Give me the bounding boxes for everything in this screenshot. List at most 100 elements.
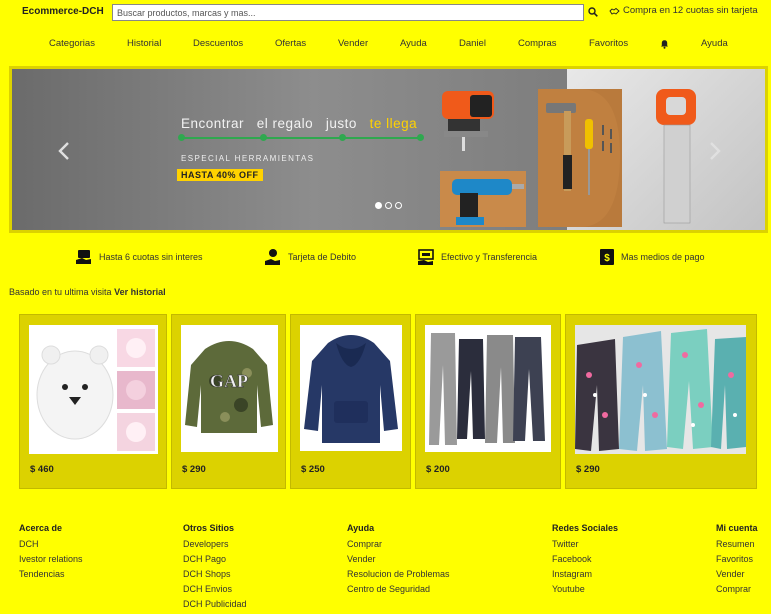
hero-discount-badge: HASTA 40% OFF (177, 169, 263, 181)
nav-categorias[interactable]: Categorias (49, 38, 95, 49)
hero-highlight: te llega (369, 116, 418, 131)
hero-subtitle: ESPECIAL HERRAMIENTAS (181, 154, 315, 163)
footer-link[interactable]: Favoritos (716, 554, 758, 564)
footer-column-otros-sitios: Otros Sitios Developers DCH Pago DCH Sho… (183, 523, 247, 614)
cash-icon (418, 249, 434, 265)
feature-efectivo[interactable]: Efectivo y Transferencia (417, 248, 537, 266)
footer-column-acerca: Acerca de DCH Ivestor relations Tendenci… (19, 523, 83, 584)
carousel-dot[interactable] (375, 202, 382, 209)
footer-heading: Ayuda (347, 523, 375, 533)
nav-user-daniel[interactable]: Daniel (459, 38, 486, 49)
hero-carousel: Encontrar el regalo justo te llega ESPEC… (9, 66, 768, 233)
product-card[interactable]: GAP $ 290 (171, 314, 286, 489)
footer-link[interactable]: Tendencias (19, 569, 83, 579)
view-history-link[interactable]: Ver historial (114, 287, 166, 297)
recommendation-heading: Basado en tu ultima visita Ver historial (9, 287, 166, 297)
carousel-prev-button[interactable] (57, 141, 71, 165)
footer-link[interactable]: Facebook (552, 554, 618, 564)
header: Ecommerce-DCH Compra en 12 cuotas sin ta… (0, 0, 771, 26)
footer-link[interactable]: Resumen (716, 539, 758, 549)
recommendation-prefix: Basado en tu ultima visita (9, 287, 112, 297)
footer-link[interactable]: Resolucion de Problemas (347, 569, 450, 579)
svg-text:$: $ (604, 253, 610, 264)
product-image-printed-pajama-pants (575, 325, 746, 454)
nav-compras[interactable]: Compras (518, 38, 557, 49)
search-input[interactable] (112, 4, 584, 21)
product-card[interactable]: $ 290 (565, 314, 757, 489)
footer-heading: Otros Sitios (183, 523, 235, 533)
footer-link[interactable]: DCH (19, 539, 83, 549)
footer-link[interactable]: Developers (183, 539, 247, 549)
hero-line-dot (178, 134, 185, 141)
footer-column-redes-sociales: Redes Sociales Twitter Facebook Instagra… (552, 523, 618, 599)
bell-icon (661, 40, 668, 49)
tools-illustration (440, 89, 696, 227)
promo-text: Compra en 12 cuotas sin tarjeta (623, 5, 758, 16)
footer-link[interactable]: Ivestor relations (19, 554, 83, 564)
hero-word-1: Encontrar (181, 116, 245, 131)
main-nav: Categorias Historial Descuentos Ofertas … (0, 38, 771, 56)
hero-line-dot (417, 134, 424, 141)
footer-link[interactable]: Youtube (552, 584, 618, 594)
search-icon (588, 7, 598, 17)
footer-link[interactable]: Comprar (716, 584, 758, 594)
hero-line-dot (339, 134, 346, 141)
footer-link[interactable]: DCH Shops (183, 569, 247, 579)
product-image-jogger-pants (425, 325, 551, 452)
footer-link[interactable]: Vender (347, 554, 450, 564)
footer-column-mi-cuenta: Mi cuenta Resumen Favoritos Vender Compr… (716, 523, 758, 599)
footer-link[interactable]: Instagram (552, 569, 618, 579)
product-price: $ 250 (301, 464, 325, 475)
card-installments-icon (76, 250, 91, 264)
footer-link[interactable]: Comprar (347, 539, 450, 549)
carousel-dot[interactable] (395, 202, 402, 209)
nav-descuentos[interactable]: Descuentos (193, 38, 243, 49)
chevron-right-icon (710, 142, 721, 160)
chevron-left-icon (58, 142, 69, 160)
footer-link[interactable]: DCH Pago (183, 554, 247, 564)
feature-label: Tarjeta de Debito (288, 252, 357, 262)
carousel-dot[interactable] (385, 202, 392, 209)
feature-label: Hasta 6 cuotas sin interes (99, 252, 203, 262)
nav-ayuda-secondary[interactable]: Ayuda (701, 38, 728, 49)
promo-banner[interactable]: Compra en 12 cuotas sin tarjeta (609, 5, 758, 16)
footer-link[interactable]: DCH Envios (183, 584, 247, 594)
product-card[interactable]: $ 200 (415, 314, 561, 489)
carousel-indicators (375, 202, 402, 209)
hand-saw-icon (656, 89, 696, 224)
product-card[interactable]: $ 250 (290, 314, 411, 489)
feature-label: Efectivo y Transferencia (441, 252, 538, 262)
hero-slide[interactable]: Encontrar el regalo justo te llega ESPEC… (12, 69, 765, 230)
product-image-white-bear-hoodie (29, 325, 158, 454)
brand-logo[interactable]: Ecommerce-DCH (22, 6, 104, 17)
footer-column-ayuda: Ayuda Comprar Vender Resolucion de Probl… (347, 523, 450, 599)
nav-ofertas[interactable]: Ofertas (275, 38, 306, 49)
debit-card-icon (265, 249, 280, 265)
footer-heading: Acerca de (19, 523, 63, 533)
nav-historial[interactable]: Historial (127, 38, 161, 49)
product-image-camo-gap-hoodie: GAP (181, 325, 278, 452)
hero-progress-line (181, 137, 423, 139)
footer-link[interactable]: Vender (716, 569, 758, 579)
payment-methods-icon: $ (600, 249, 614, 265)
carousel-next-button[interactable] (708, 141, 722, 165)
hero-word-3: justo (325, 116, 357, 131)
nav-ayuda[interactable]: Ayuda (400, 38, 427, 49)
nav-vender[interactable]: Vender (338, 38, 368, 49)
product-price: $ 290 (576, 464, 600, 475)
feature-cuotas[interactable]: Hasta 6 cuotas sin interes (75, 248, 203, 266)
footer-link[interactable]: Twitter (552, 539, 618, 549)
product-price: $ 460 (30, 464, 54, 475)
feature-label: Mas medios de pago (621, 252, 705, 262)
notifications-button[interactable] (660, 39, 669, 52)
feature-medios[interactable]: $ Mas medios de pago (599, 248, 705, 266)
product-price: $ 290 (182, 464, 206, 475)
nav-favoritos[interactable]: Favoritos (589, 38, 628, 49)
product-card[interactable]: $ 460 (19, 314, 167, 489)
search-button[interactable] (585, 3, 601, 21)
footer-heading: Mi cuenta (716, 523, 758, 533)
footer-link[interactable]: DCH Publicidad (183, 599, 247, 609)
footer-heading: Redes Sociales (552, 523, 619, 533)
feature-debito[interactable]: Tarjeta de Debito (264, 248, 356, 266)
footer-link[interactable]: Centro de Seguridad (347, 584, 450, 594)
